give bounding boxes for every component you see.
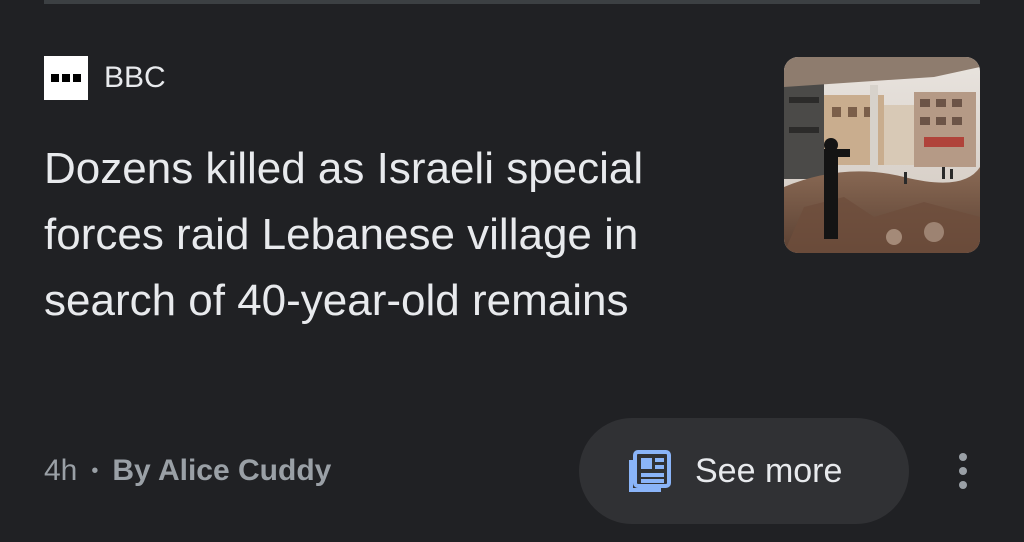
meta-row: 4h • By Alice Cuddy xyxy=(44,447,331,495)
headline[interactable]: Dozens killed as Israeli special forces … xyxy=(44,136,744,334)
source-row: BBC xyxy=(44,56,166,100)
meta-separator: • xyxy=(91,459,99,482)
newspaper-icon xyxy=(627,448,673,494)
author: By Alice Cuddy xyxy=(112,454,332,487)
bbc-logo-icon xyxy=(44,56,88,100)
see-more-label: See more xyxy=(695,451,843,490)
source-name: BBC xyxy=(104,61,166,94)
see-more-button[interactable]: See more xyxy=(579,418,909,524)
news-card[interactable]: BBC Dozens killed as Israeli special for… xyxy=(0,0,1024,542)
divider xyxy=(44,0,980,4)
news-photo-thumbnail[interactable] xyxy=(784,57,980,253)
more-vert-icon[interactable] xyxy=(946,446,980,496)
timestamp: 4h xyxy=(44,454,78,487)
